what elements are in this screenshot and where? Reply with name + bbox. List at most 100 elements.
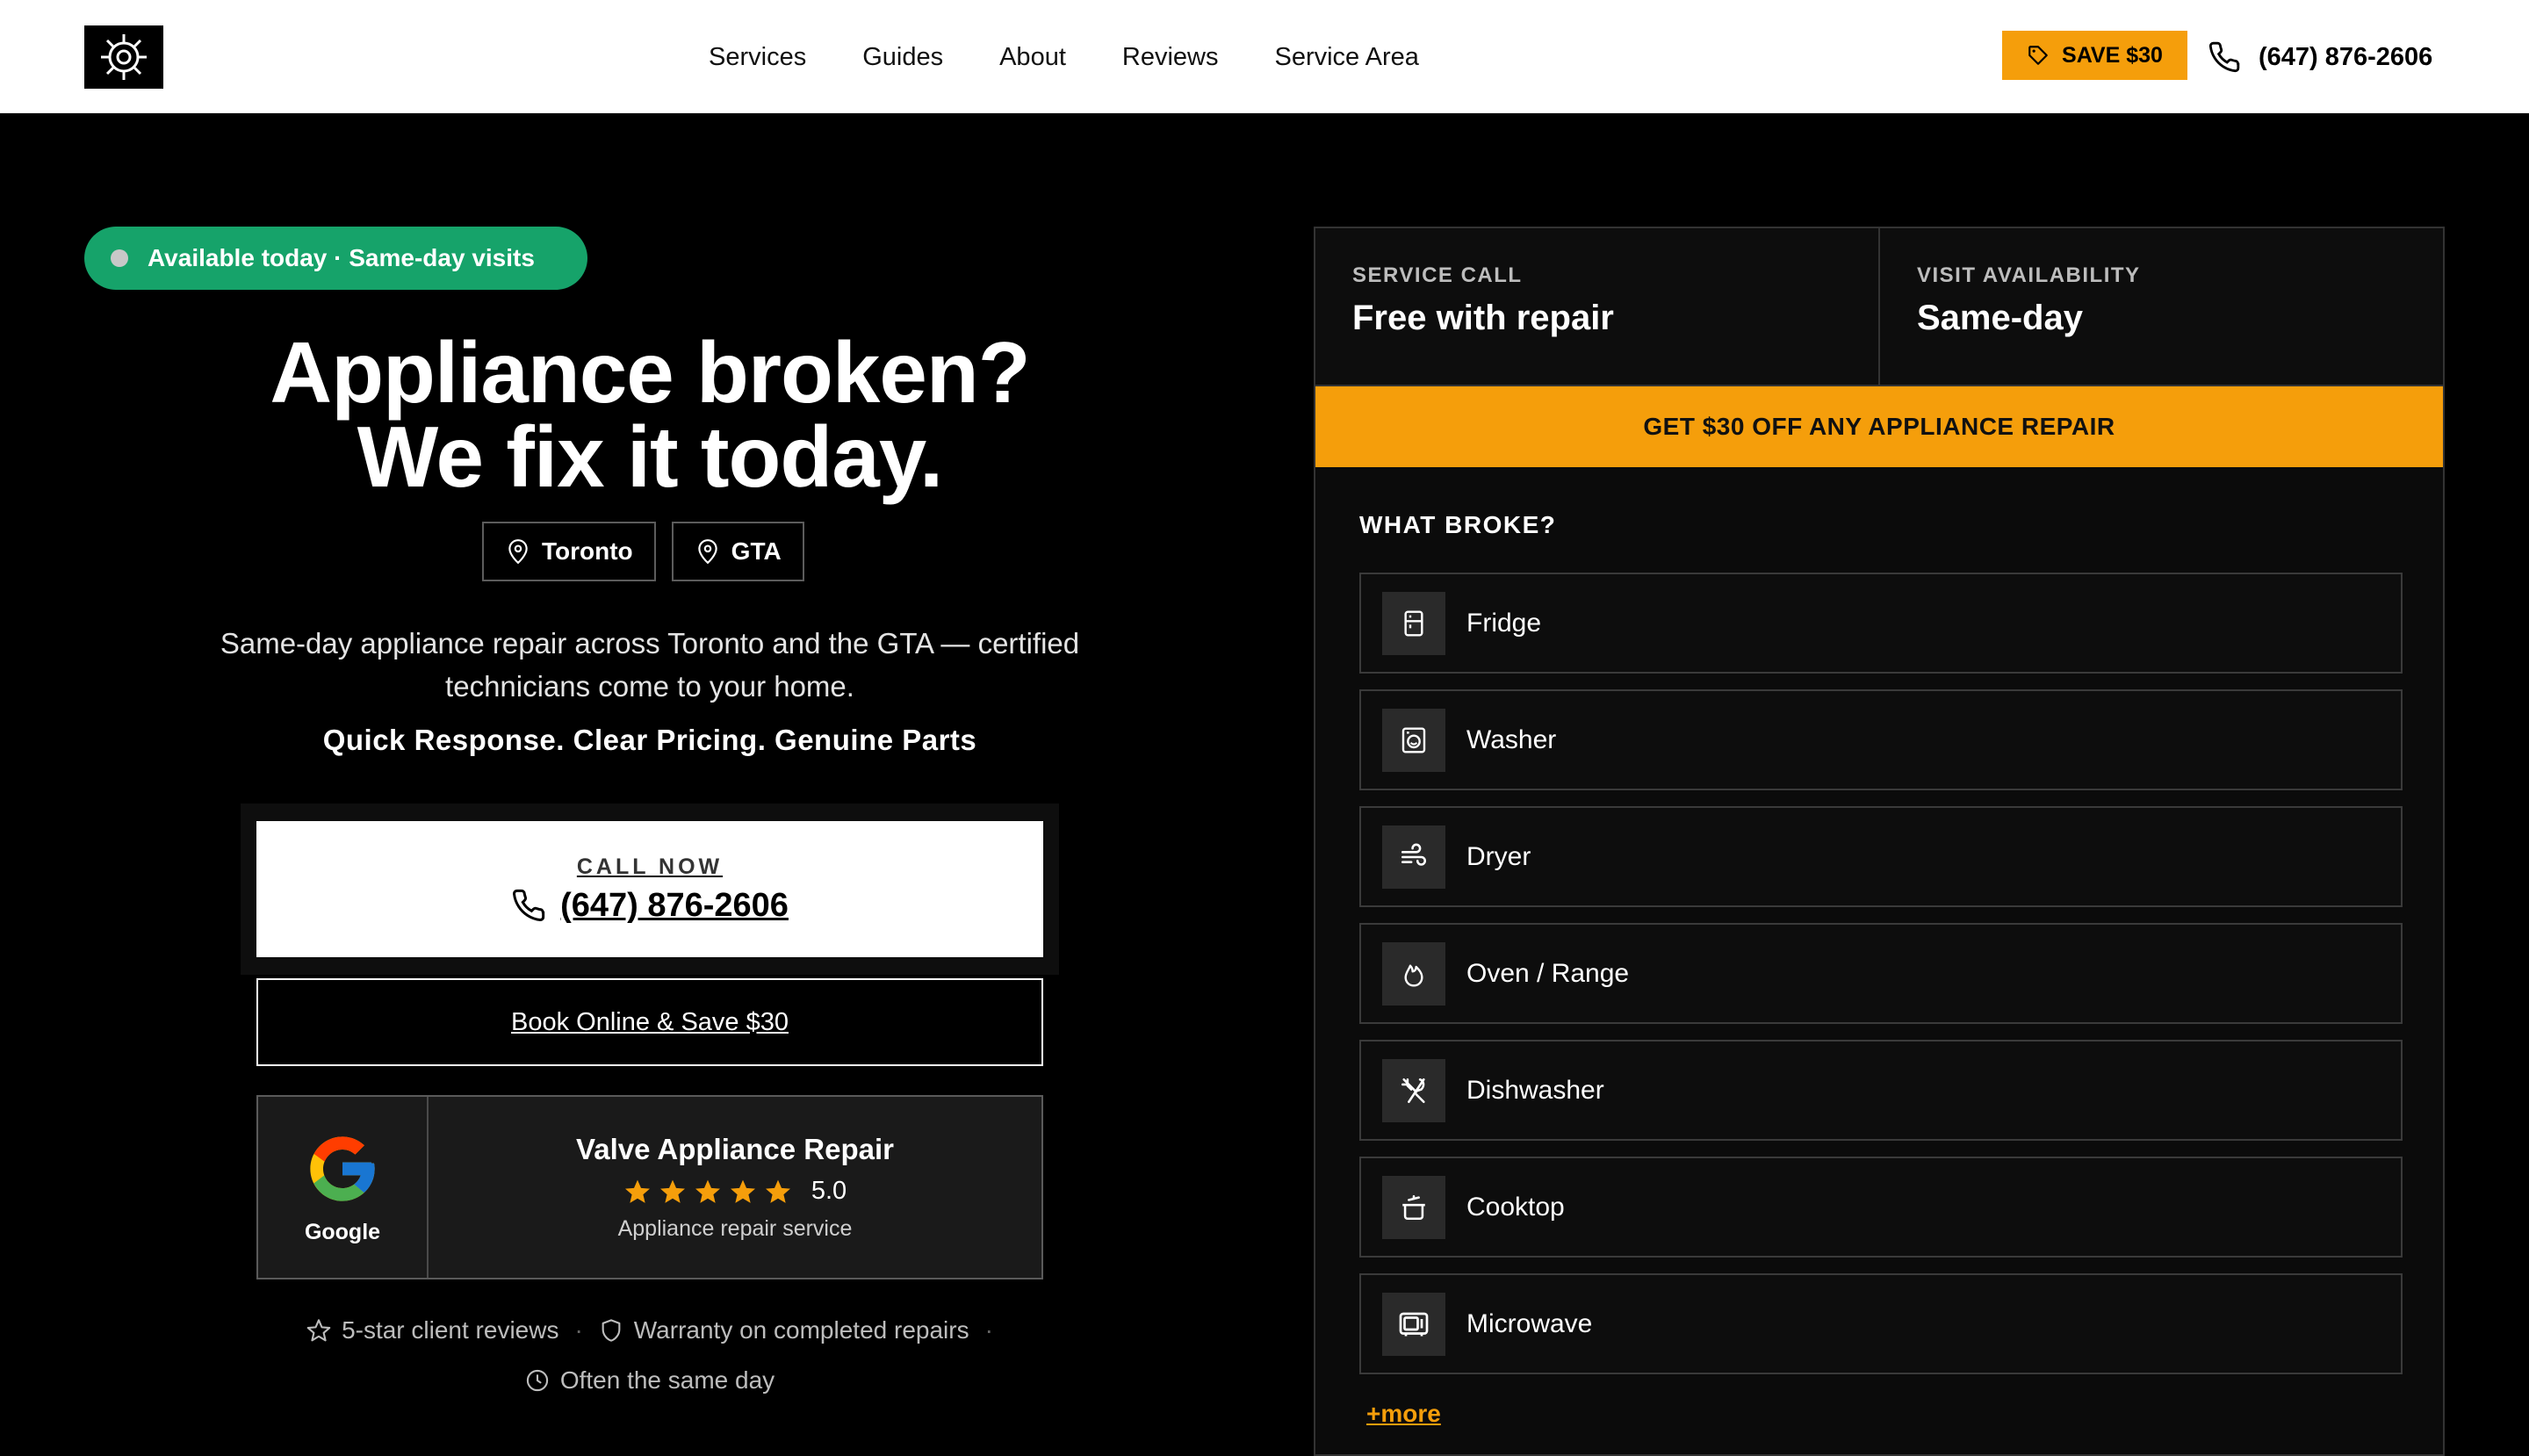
nav-service-area[interactable]: Service Area — [1274, 43, 1418, 72]
nav-about[interactable]: About — [999, 43, 1066, 72]
tag-icon — [2028, 46, 2048, 65]
appliance-label: Cooktop — [1466, 1192, 1565, 1222]
trust-same-day: Often the same day — [525, 1366, 775, 1395]
review-details: Valve Appliance Repair 5.0 Appliance rep… — [429, 1097, 1041, 1278]
map-pin-icon — [697, 539, 717, 565]
call-now-number: (647) 876-2606 — [560, 886, 789, 924]
appliance-option-oven[interactable]: Oven / Range — [1359, 923, 2403, 1024]
appliance-label: Oven / Range — [1466, 958, 1630, 988]
appliance-option-fridge[interactable]: Fridge — [1359, 573, 2403, 674]
star-icon — [765, 1179, 790, 1203]
google-badge: Google — [258, 1097, 429, 1278]
stat-value: Same-day — [1917, 299, 2083, 337]
booking-panel: SERVICE CALL Free with repair VISIT AVAI… — [1314, 227, 2445, 1456]
map-pin-icon — [508, 539, 528, 565]
appliance-option-washer[interactable]: Washer — [1359, 689, 2403, 790]
hero-title-line2: We fix it today. — [357, 408, 943, 505]
location-chip-gta: GTA — [671, 522, 804, 581]
clock-icon — [526, 1369, 548, 1392]
separator: · — [984, 1316, 993, 1344]
call-now-number-row: (647) 876-2606 — [511, 887, 789, 925]
stat-label: SERVICE CALL — [1352, 263, 1523, 287]
more-appliances-link[interactable]: +more — [1366, 1400, 1441, 1428]
appliance-option-microwave[interactable]: Microwave — [1359, 1273, 2403, 1374]
star-outline-icon — [306, 1319, 331, 1342]
appliance-label: Microwave — [1466, 1308, 1593, 1338]
trust-warranty-text: Warranty on completed repairs — [633, 1316, 969, 1344]
stat-visit-availability: VISIT AVAILABILITY Same-day — [1878, 228, 2443, 385]
shield-icon — [602, 1319, 621, 1342]
google-label: Google — [304, 1219, 381, 1244]
appliance-option-dryer[interactable]: Dryer — [1359, 806, 2403, 907]
location-chip-toronto: Toronto — [482, 522, 656, 581]
call-now-button[interactable]: CALL NOW (647) 876-2606 — [256, 821, 1043, 957]
availability-text: Available today · Same-day visits — [148, 244, 535, 271]
stat-value: Free with repair — [1352, 299, 1614, 337]
star-icon — [730, 1179, 755, 1203]
company-logo[interactable] — [84, 25, 163, 89]
rating-value: 5.0 — [811, 1177, 847, 1205]
trust-same-day-text: Often the same day — [559, 1366, 775, 1394]
appliance-icon-box — [1382, 591, 1445, 655]
appliance-icon-box — [1382, 1292, 1445, 1356]
availability-badge: Available today · Same-day visits — [84, 227, 587, 290]
save-label: SAVE $30 — [2062, 42, 2163, 68]
microwave-icon — [1399, 1312, 1429, 1336]
hero-tagline: Quick Response. Clear Pricing. Genuine P… — [322, 724, 977, 756]
trust-reviews: 5-star client reviews — [306, 1316, 558, 1344]
phone-icon — [2208, 41, 2240, 73]
promo-banner[interactable]: GET $30 OFF ANY APPLIANCE REPAIR — [1315, 386, 2443, 467]
wind-icon — [1401, 843, 1427, 866]
star-icon — [659, 1179, 685, 1203]
trust-warranty: Warranty on completed repairs — [599, 1316, 969, 1344]
nav-reviews[interactable]: Reviews — [1122, 43, 1219, 72]
rating-row: 5.0 — [623, 1177, 847, 1206]
header-phone-link[interactable]: (647) 876-2606 — [2208, 35, 2432, 79]
star-icon — [695, 1179, 720, 1203]
star-icon — [624, 1179, 650, 1203]
appliance-icon-box — [1382, 708, 1445, 772]
nav-services[interactable]: Services — [709, 43, 806, 72]
appliance-icon-box — [1382, 1058, 1445, 1122]
compass-logo-icon — [101, 34, 147, 80]
site-header: Services Guides About Reviews Service Ar… — [0, 0, 2529, 113]
what-broke-heading: WHAT BROKE? — [1359, 511, 1557, 538]
hero-title-line1: Appliance broken? — [270, 324, 1030, 421]
book-online-button[interactable]: Book Online & Save $30 — [256, 978, 1043, 1066]
trust-reviews-text: 5-star client reviews — [342, 1316, 559, 1344]
appliance-option-cooktop[interactable]: Cooktop — [1359, 1157, 2403, 1258]
hero-title: Appliance broken? We fix it today. — [123, 329, 1177, 500]
header-phone-number: (647) 876-2606 — [2259, 42, 2433, 71]
appliance-list: Fridge Washer Dryer Oven / Range Dishwas… — [1359, 573, 2403, 1374]
hero-subtitle: Same-day appliance repair across Toronto… — [220, 627, 1080, 703]
appliance-icon-box — [1382, 1175, 1445, 1239]
status-dot — [111, 249, 128, 267]
service-stats: SERVICE CALL Free with repair VISIT AVAI… — [1315, 228, 2443, 386]
appliance-label: Dishwasher — [1466, 1075, 1604, 1105]
utensils-icon — [1401, 1078, 1425, 1103]
nav-guides[interactable]: Guides — [862, 43, 943, 72]
separator: · — [574, 1316, 583, 1344]
business-type: Appliance repair service — [617, 1216, 853, 1241]
location-label: GTA — [731, 537, 782, 565]
business-name: Valve Appliance Repair — [576, 1133, 894, 1165]
pot-icon — [1402, 1194, 1425, 1220]
location-chips: Toronto GTA — [482, 522, 804, 581]
google-review-card[interactable]: Google Valve Appliance Repair 5.0 Applia… — [256, 1095, 1043, 1279]
trust-row: 5-star client reviews · Warranty on comp… — [256, 1316, 1043, 1344]
appliance-icon-box — [1382, 941, 1445, 1006]
call-now-label: CALL NOW — [576, 854, 724, 879]
appliance-icon-box — [1382, 825, 1445, 889]
washer-icon — [1401, 726, 1426, 753]
location-label: Toronto — [542, 537, 633, 565]
appliance-label: Dryer — [1466, 841, 1531, 871]
appliance-label: Fridge — [1466, 608, 1542, 638]
appliance-label: Washer — [1466, 724, 1557, 754]
flame-icon — [1404, 963, 1423, 987]
save-30-button[interactable]: SAVE $30 — [2002, 31, 2187, 80]
google-logo-icon — [310, 1135, 375, 1201]
stat-label: VISIT AVAILABILITY — [1917, 263, 2141, 287]
stat-service-call: SERVICE CALL Free with repair — [1315, 228, 1878, 385]
appliance-option-dishwasher[interactable]: Dishwasher — [1359, 1040, 2403, 1141]
trust-row-2: Often the same day — [256, 1366, 1043, 1395]
